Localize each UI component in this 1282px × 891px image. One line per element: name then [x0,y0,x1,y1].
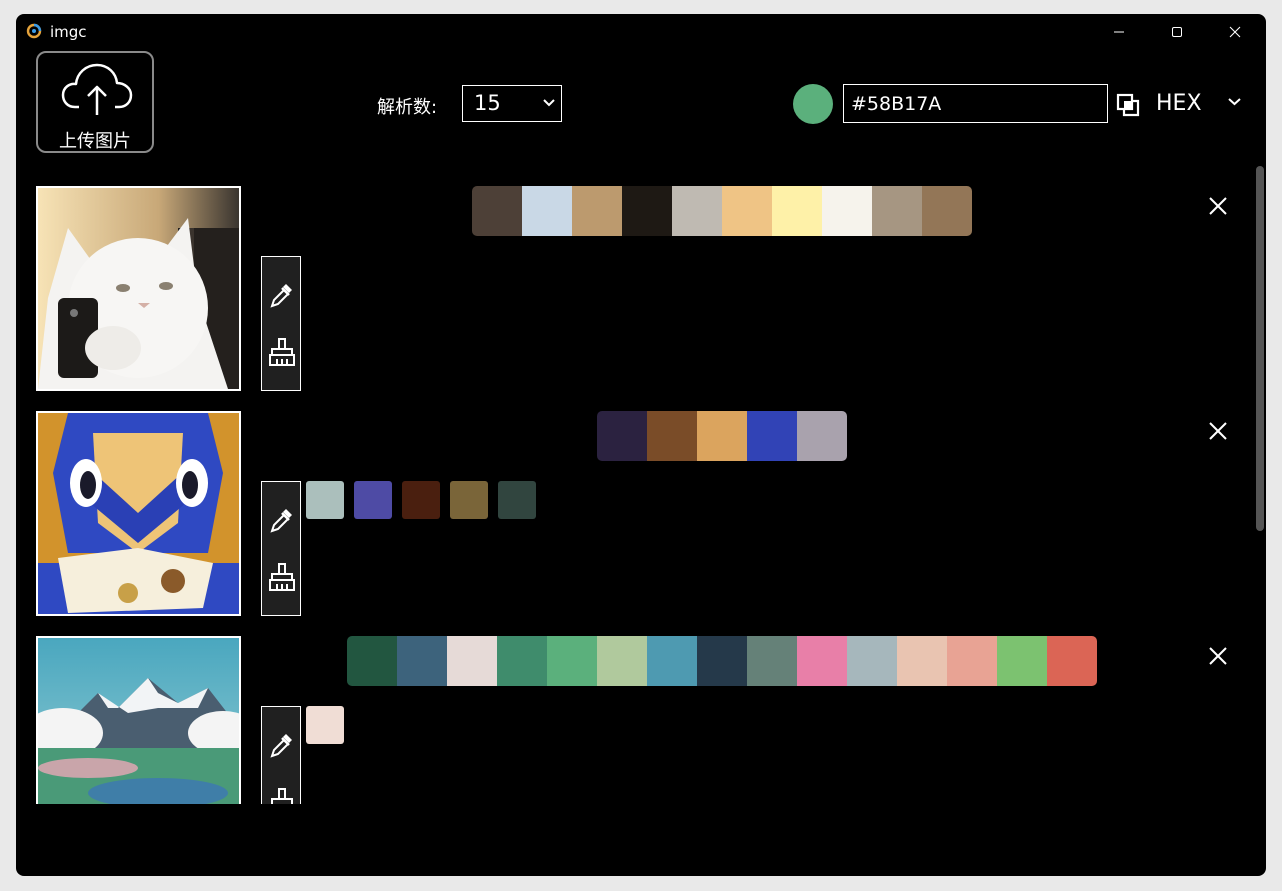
app-window: imgc 上传图片 解析数: 15 #58B17A HEX [16,14,1266,876]
image-thumbnail [36,636,241,804]
color-palette [472,186,972,236]
palette-swatch[interactable] [447,636,497,686]
palette-swatch[interactable] [847,636,897,686]
image-thumbnail [36,186,241,391]
picked-color-swatch[interactable] [450,481,488,519]
palette-swatch[interactable] [522,186,572,236]
remove-image-button[interactable] [1206,194,1230,218]
tool-panel [261,706,301,804]
eyedropper-icon[interactable] [269,731,295,763]
color-palette [347,636,1097,686]
palette-swatch[interactable] [672,186,722,236]
picked-color-swatch[interactable] [306,481,344,519]
palette-swatch[interactable] [647,411,697,461]
copy-icon[interactable] [1116,93,1140,121]
tool-panel [261,256,301,391]
color-format-label[interactable]: HEX [1156,91,1202,116]
palette-swatch[interactable] [347,636,397,686]
picked-colors [306,706,344,744]
image-row [16,391,1256,616]
close-icon [1209,197,1227,215]
palette-swatch[interactable] [772,186,822,236]
palette-swatch[interactable] [497,636,547,686]
picked-color-swatch[interactable] [306,706,344,744]
palette-swatch[interactable] [747,636,797,686]
color-palette [597,411,847,461]
palette-swatch[interactable] [547,636,597,686]
brush-icon[interactable] [267,787,297,804]
palette-swatch[interactable] [1047,636,1097,686]
palette-swatch[interactable] [747,411,797,461]
palette-swatch[interactable] [647,636,697,686]
palette-swatch[interactable] [472,186,522,236]
cloud-upload-icon [61,59,133,123]
window-title: imgc [50,23,87,41]
close-window-button[interactable] [1206,14,1264,50]
palette-swatch[interactable] [572,186,622,236]
eyedropper-icon[interactable] [269,281,295,313]
palette-swatch[interactable] [997,636,1047,686]
picked-color-swatch[interactable] [402,481,440,519]
format-chevron-down-icon[interactable] [1228,98,1241,106]
image-row [16,166,1256,391]
palette-swatch[interactable] [397,636,447,686]
palette-swatch[interactable] [722,186,772,236]
minimize-button[interactable] [1090,14,1148,50]
palette-swatch[interactable] [872,186,922,236]
parse-count-label: 解析数: [377,97,438,118]
palette-swatch[interactable] [597,411,647,461]
close-icon [1209,422,1227,440]
minimize-icon [1114,31,1124,33]
parse-count-select[interactable]: 15 [462,85,562,122]
chevron-down-icon [543,99,555,107]
brush-icon[interactable] [267,562,297,596]
palette-swatch[interactable] [797,636,847,686]
close-icon [1209,647,1227,665]
palette-swatch[interactable] [822,186,872,236]
palette-swatch[interactable] [947,636,997,686]
upload-label: 上传图片 [59,131,131,152]
upload-image-button[interactable]: 上传图片 [36,51,154,153]
palette-swatch[interactable] [797,411,847,461]
scrollbar-thumb[interactable] [1256,166,1264,531]
app-logo-icon [26,23,42,39]
remove-image-button[interactable] [1206,419,1230,443]
palette-swatch[interactable] [697,636,747,686]
remove-image-button[interactable] [1206,644,1230,668]
picked-color-swatch[interactable] [498,481,536,519]
palette-swatch[interactable] [922,186,972,236]
eyedropper-icon[interactable] [269,506,295,538]
tool-panel [261,481,301,616]
image-thumbnail [36,411,241,616]
maximize-button[interactable] [1148,14,1206,50]
image-list [16,166,1256,804]
picked-colors [306,481,536,519]
parse-count-value: 15 [474,91,501,115]
close-icon [1229,26,1241,38]
palette-swatch[interactable] [622,186,672,236]
title-bar: imgc [16,14,1266,50]
picked-color-swatch[interactable] [354,481,392,519]
brush-icon[interactable] [267,337,297,371]
vertical-scrollbar[interactable] [1256,166,1264,804]
image-row [16,616,1256,804]
maximize-icon [1172,27,1182,37]
current-color-swatch [793,84,833,124]
color-value-input[interactable] [843,84,1108,123]
palette-swatch[interactable] [697,411,747,461]
palette-swatch[interactable] [597,636,647,686]
palette-swatch[interactable] [897,636,947,686]
